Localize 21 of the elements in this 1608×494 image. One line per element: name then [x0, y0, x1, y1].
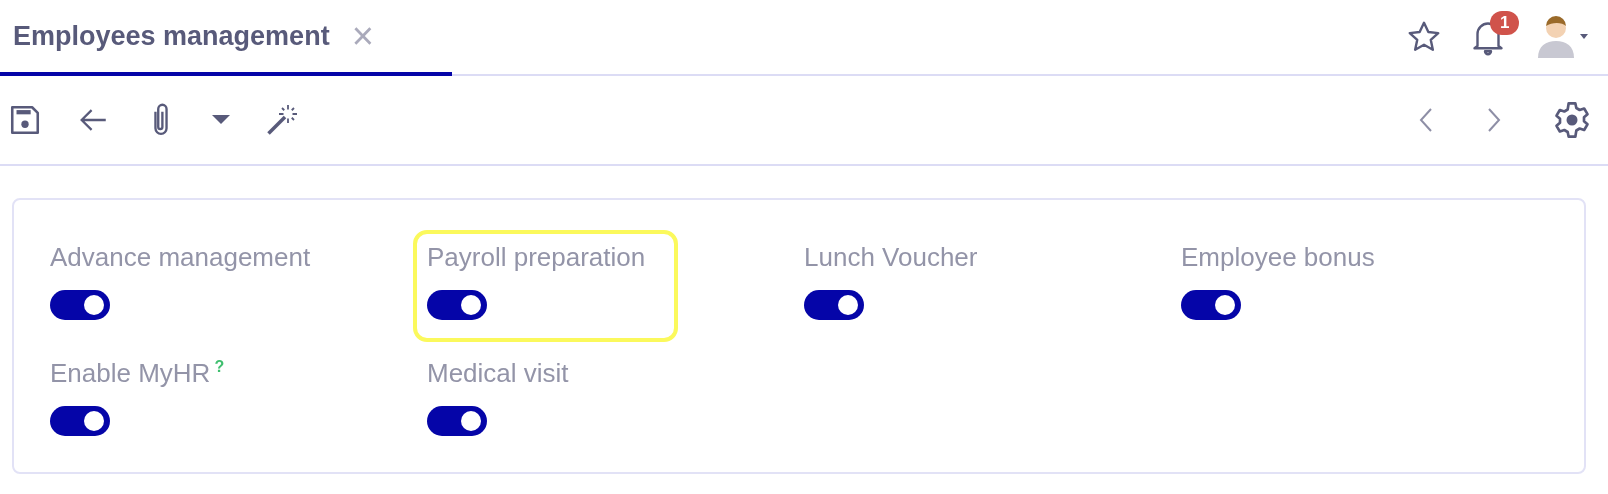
field-label: Lunch Voucher: [804, 242, 978, 273]
notification-badge: 1: [1490, 11, 1520, 35]
toggle-switch[interactable]: [1181, 290, 1241, 320]
field-label: Enable MyHR: [50, 358, 211, 389]
caret-icon[interactable]: [212, 115, 230, 125]
help-mark[interactable]: ?: [214, 358, 225, 376]
tab[interactable]: Employees management ×: [0, 0, 452, 76]
toggle-switch[interactable]: [804, 290, 864, 320]
field-label: Advance management: [50, 242, 311, 273]
settings-icon[interactable]: [1552, 100, 1592, 140]
field-label: Medical visit: [427, 358, 569, 389]
tab-title: Employees management: [13, 20, 330, 52]
field-label: Payroll preparation: [427, 242, 646, 273]
toggle-switch[interactable]: [427, 290, 487, 320]
save-icon[interactable]: [8, 103, 42, 137]
close-icon[interactable]: ×: [351, 17, 374, 55]
toggle-switch[interactable]: [50, 406, 110, 436]
toggle-switch[interactable]: [50, 290, 110, 320]
caret-icon[interactable]: [1580, 34, 1588, 40]
toggle-switch[interactable]: [427, 406, 487, 436]
field-label: Employee bonus: [1181, 242, 1375, 273]
